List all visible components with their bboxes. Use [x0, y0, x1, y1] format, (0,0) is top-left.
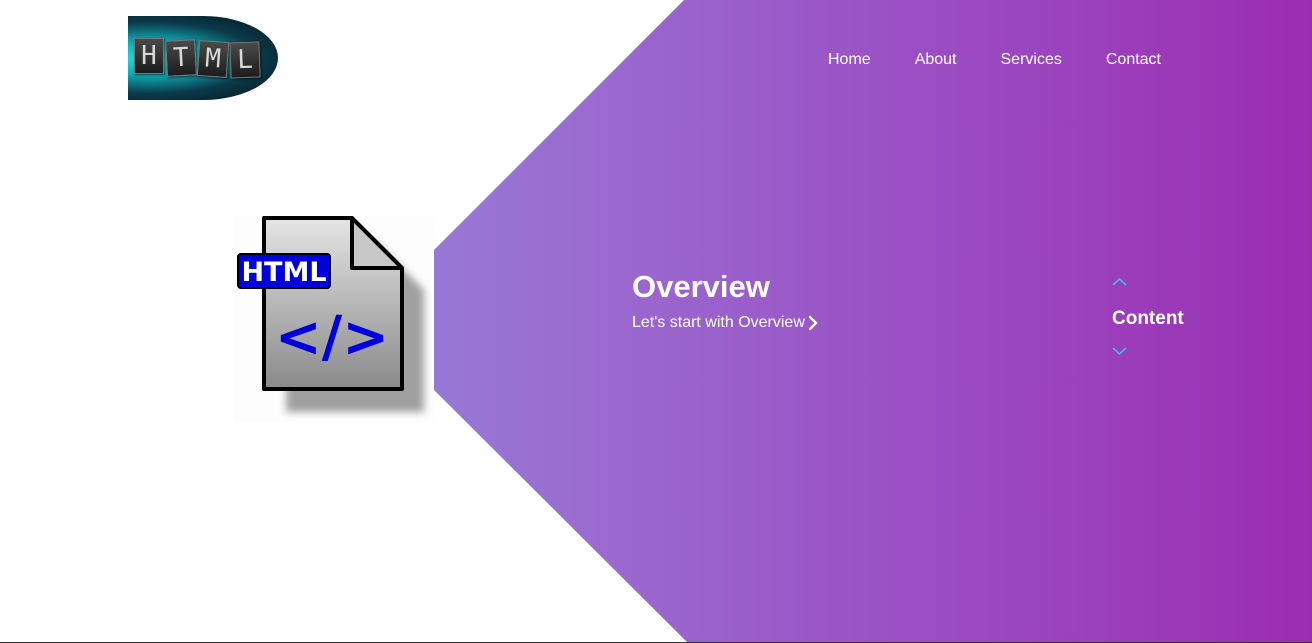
chevron-up-icon[interactable] [1111, 274, 1128, 288]
logo-letter: H [134, 38, 164, 74]
nav-link-contact[interactable]: Contact [1106, 50, 1161, 70]
chevron-right-icon [808, 315, 818, 331]
overview-link-label: Let's start with Overview [632, 314, 805, 331]
hero-title: Overview [632, 269, 770, 304]
overview-link[interactable]: Let's start with Overview [632, 313, 821, 333]
nav-link-home[interactable]: Home [828, 50, 871, 70]
site-logo[interactable]: H T M L [128, 16, 278, 100]
logo-letter: L [229, 41, 261, 79]
logo-letter: M [196, 39, 230, 79]
nav-link-services[interactable]: Services [1001, 50, 1062, 70]
content-switcher-label: Content [1112, 308, 1184, 329]
html-file-icon: HTML </> [234, 216, 434, 422]
file-icon-badge-text: HTML [241, 257, 326, 288]
chevron-down-icon[interactable] [1111, 344, 1128, 358]
page: H T M L Home About Services Contact HTML… [0, 0, 1312, 643]
logo-letters: H T M L [134, 38, 261, 79]
main-nav: Home About Services Contact [828, 50, 1161, 70]
nav-link-about[interactable]: About [915, 50, 957, 70]
file-icon-code-text: </> [275, 305, 389, 370]
html-file-illustration: HTML </> [237, 216, 424, 412]
logo-letter: T [165, 39, 197, 77]
